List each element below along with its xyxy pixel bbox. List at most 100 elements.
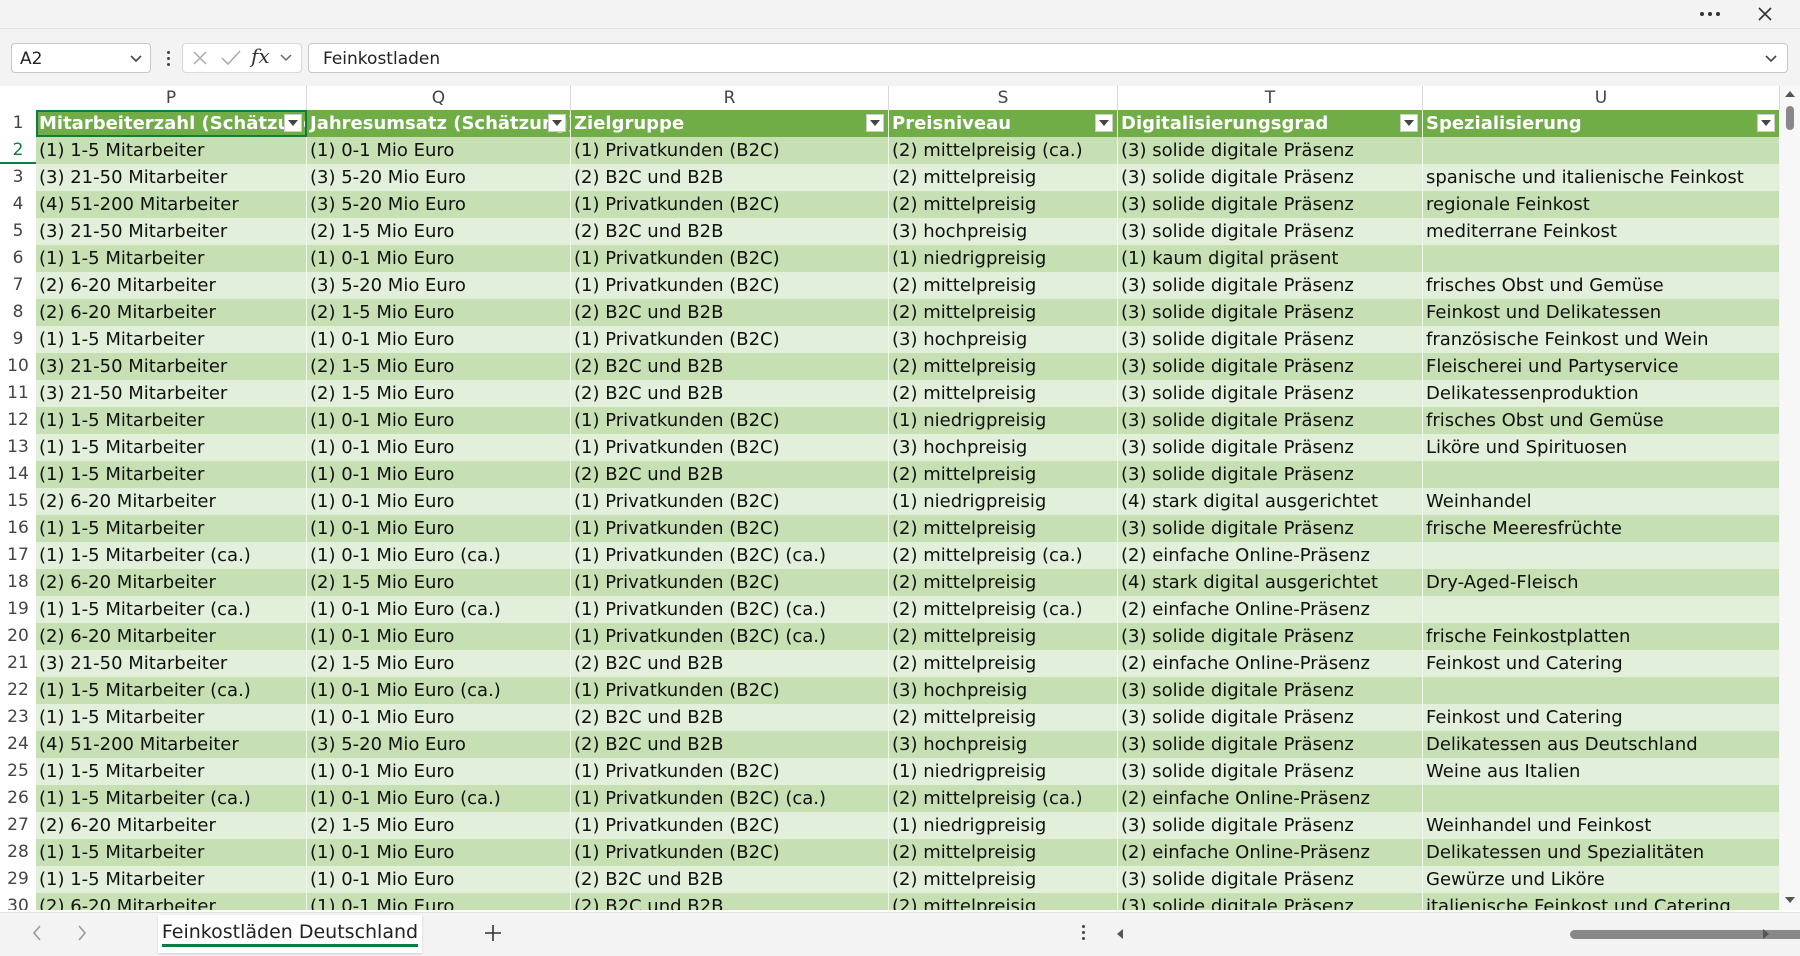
- column-header-s[interactable]: S: [889, 86, 1118, 110]
- table-cell[interactable]: (1) 1-5 Mitarbeiter: [36, 758, 307, 785]
- row-header[interactable]: 8: [0, 299, 36, 326]
- table-cell[interactable]: (1) 0-1 Mio Euro: [307, 461, 571, 488]
- table-cell[interactable]: (1) 0-1 Mio Euro (ca.): [307, 677, 571, 704]
- table-cell[interactable]: (3) hochpreisig: [889, 731, 1118, 758]
- table-cell[interactable]: [1423, 785, 1780, 812]
- row-header[interactable]: 29: [0, 866, 36, 893]
- table-cell[interactable]: (2) B2C und B2B: [571, 731, 889, 758]
- table-cell[interactable]: (2) mittelpreisig (ca.): [889, 785, 1118, 812]
- table-cell[interactable]: (3) hochpreisig: [889, 326, 1118, 353]
- table-cell[interactable]: (1) kaum digital präsent: [1118, 245, 1423, 272]
- table-cell[interactable]: Feinkost und Catering: [1423, 650, 1780, 677]
- scroll-up-icon[interactable]: [1784, 88, 1796, 100]
- table-cell[interactable]: (1) 1-5 Mitarbeiter (ca.): [36, 596, 307, 623]
- table-cell[interactable]: (2) mittelpreisig: [889, 299, 1118, 326]
- table-cell[interactable]: Liköre und Spirituosen: [1423, 434, 1780, 461]
- table-cell[interactable]: (1) 1-5 Mitarbeiter: [36, 407, 307, 434]
- table-cell[interactable]: (2) mittelpreisig: [889, 515, 1118, 542]
- table-cell[interactable]: Weinhandel und Feinkost: [1423, 812, 1780, 839]
- table-cell[interactable]: spanische und italienische Feinkost: [1423, 164, 1780, 191]
- table-cell[interactable]: Weine aus Italien: [1423, 758, 1780, 785]
- table-cell[interactable]: (1) niedrigpreisig: [889, 245, 1118, 272]
- table-cell[interactable]: (1) 0-1 Mio Euro: [307, 515, 571, 542]
- table-cell[interactable]: (2) B2C und B2B: [571, 461, 889, 488]
- filter-dropdown-icon[interactable]: [284, 114, 302, 132]
- table-cell[interactable]: (2) mittelpreisig: [889, 461, 1118, 488]
- table-cell[interactable]: (2) mittelpreisig: [889, 839, 1118, 866]
- filter-dropdown-icon[interactable]: [1757, 114, 1775, 132]
- table-cell[interactable]: (3) 21-50 Mitarbeiter: [36, 353, 307, 380]
- row-header[interactable]: 4: [0, 191, 36, 218]
- table-cell[interactable]: Delikatessen und Spezialitäten: [1423, 839, 1780, 866]
- sheet-options-icon[interactable]: [1082, 925, 1085, 940]
- table-cell[interactable]: (2) 6-20 Mitarbeiter: [36, 299, 307, 326]
- table-cell[interactable]: (1) 0-1 Mio Euro: [307, 866, 571, 893]
- table-cell[interactable]: (1) 0-1 Mio Euro (ca.): [307, 785, 571, 812]
- table-cell[interactable]: (3) 5-20 Mio Euro: [307, 191, 571, 218]
- row-header[interactable]: 19: [0, 596, 36, 623]
- table-cell[interactable]: (4) stark digital ausgerichtet: [1118, 569, 1423, 596]
- table-cell[interactable]: (2) 6-20 Mitarbeiter: [36, 569, 307, 596]
- table-cell[interactable]: (2) 1-5 Mio Euro: [307, 812, 571, 839]
- table-cell[interactable]: (1) Privatkunden (B2C): [571, 407, 889, 434]
- row-header[interactable]: 3: [0, 164, 36, 191]
- row-header[interactable]: 24: [0, 731, 36, 758]
- table-cell[interactable]: Dry-Aged-Fleisch: [1423, 569, 1780, 596]
- table-cell[interactable]: (3) hochpreisig: [889, 677, 1118, 704]
- table-cell[interactable]: (3) 5-20 Mio Euro: [307, 731, 571, 758]
- row-header[interactable]: 28: [0, 839, 36, 866]
- row-header[interactable]: 16: [0, 515, 36, 542]
- table-cell[interactable]: (2) 6-20 Mitarbeiter: [36, 893, 307, 910]
- formula-input[interactable]: Feinkostladen: [308, 43, 1788, 73]
- table-cell[interactable]: [1423, 245, 1780, 272]
- next-sheet-icon[interactable]: [75, 923, 89, 949]
- table-cell[interactable]: Delikatessen aus Deutschland: [1423, 731, 1780, 758]
- table-cell[interactable]: (2) mittelpreisig: [889, 164, 1118, 191]
- row-header[interactable]: 11: [0, 380, 36, 407]
- table-cell[interactable]: (1) 0-1 Mio Euro: [307, 623, 571, 650]
- table-cell[interactable]: (2) B2C und B2B: [571, 704, 889, 731]
- table-cell[interactable]: (2) mittelpreisig: [889, 380, 1118, 407]
- table-cell[interactable]: (3) solide digitale Präsenz: [1118, 164, 1423, 191]
- table-cell[interactable]: (3) solide digitale Präsenz: [1118, 218, 1423, 245]
- row-header[interactable]: 17: [0, 542, 36, 569]
- horizontal-scrollbar[interactable]: [1110, 921, 1800, 947]
- close-icon[interactable]: [1745, 1, 1785, 27]
- table-cell[interactable]: (2) B2C und B2B: [571, 218, 889, 245]
- table-cell[interactable]: (3) solide digitale Präsenz: [1118, 758, 1423, 785]
- table-cell[interactable]: (2) einfache Online-Präsenz: [1118, 596, 1423, 623]
- filter-dropdown-icon[interactable]: [1400, 114, 1418, 132]
- table-cell[interactable]: [1423, 137, 1780, 164]
- row-header[interactable]: 15: [0, 488, 36, 515]
- table-cell[interactable]: (2) B2C und B2B: [571, 299, 889, 326]
- table-cell[interactable]: (3) solide digitale Präsenz: [1118, 515, 1423, 542]
- table-cell[interactable]: (2) mittelpreisig (ca.): [889, 542, 1118, 569]
- table-cell[interactable]: frisches Obst und Gemüse: [1423, 407, 1780, 434]
- table-cell[interactable]: (2) B2C und B2B: [571, 164, 889, 191]
- table-cell[interactable]: (2) 6-20 Mitarbeiter: [36, 623, 307, 650]
- row-header[interactable]: 12: [0, 407, 36, 434]
- column-title-cell[interactable]: Jahresumsatz (Schätzung): [307, 110, 571, 137]
- column-title-cell[interactable]: Mitarbeiterzahl (Schätzung): [36, 110, 307, 137]
- table-cell[interactable]: (1) Privatkunden (B2C): [571, 272, 889, 299]
- table-cell[interactable]: (2) 1-5 Mio Euro: [307, 569, 571, 596]
- table-cell[interactable]: (3) solide digitale Präsenz: [1118, 866, 1423, 893]
- table-cell[interactable]: (2) B2C und B2B: [571, 893, 889, 910]
- select-all-corner[interactable]: [0, 86, 36, 110]
- table-cell[interactable]: (4) stark digital ausgerichtet: [1118, 488, 1423, 515]
- table-cell[interactable]: (2) 1-5 Mio Euro: [307, 218, 571, 245]
- table-cell[interactable]: (3) solide digitale Präsenz: [1118, 272, 1423, 299]
- table-cell[interactable]: (1) Privatkunden (B2C): [571, 839, 889, 866]
- column-header-p[interactable]: P: [36, 86, 307, 110]
- vertical-scroll-thumb[interactable]: [1786, 106, 1794, 130]
- table-cell[interactable]: (1) Privatkunden (B2C): [571, 434, 889, 461]
- table-cell[interactable]: (2) mittelpreisig: [889, 569, 1118, 596]
- table-cell[interactable]: (3) solide digitale Präsenz: [1118, 677, 1423, 704]
- table-cell[interactable]: (2) einfache Online-Präsenz: [1118, 839, 1423, 866]
- row-header[interactable]: 21: [0, 650, 36, 677]
- vertical-scrollbar[interactable]: [1780, 86, 1800, 910]
- table-cell[interactable]: Delikatessenproduktion: [1423, 380, 1780, 407]
- column-title-cell[interactable]: Spezialisierung: [1423, 110, 1780, 137]
- table-cell[interactable]: (2) mittelpreisig: [889, 893, 1118, 910]
- table-cell[interactable]: (1) 1-5 Mitarbeiter: [36, 839, 307, 866]
